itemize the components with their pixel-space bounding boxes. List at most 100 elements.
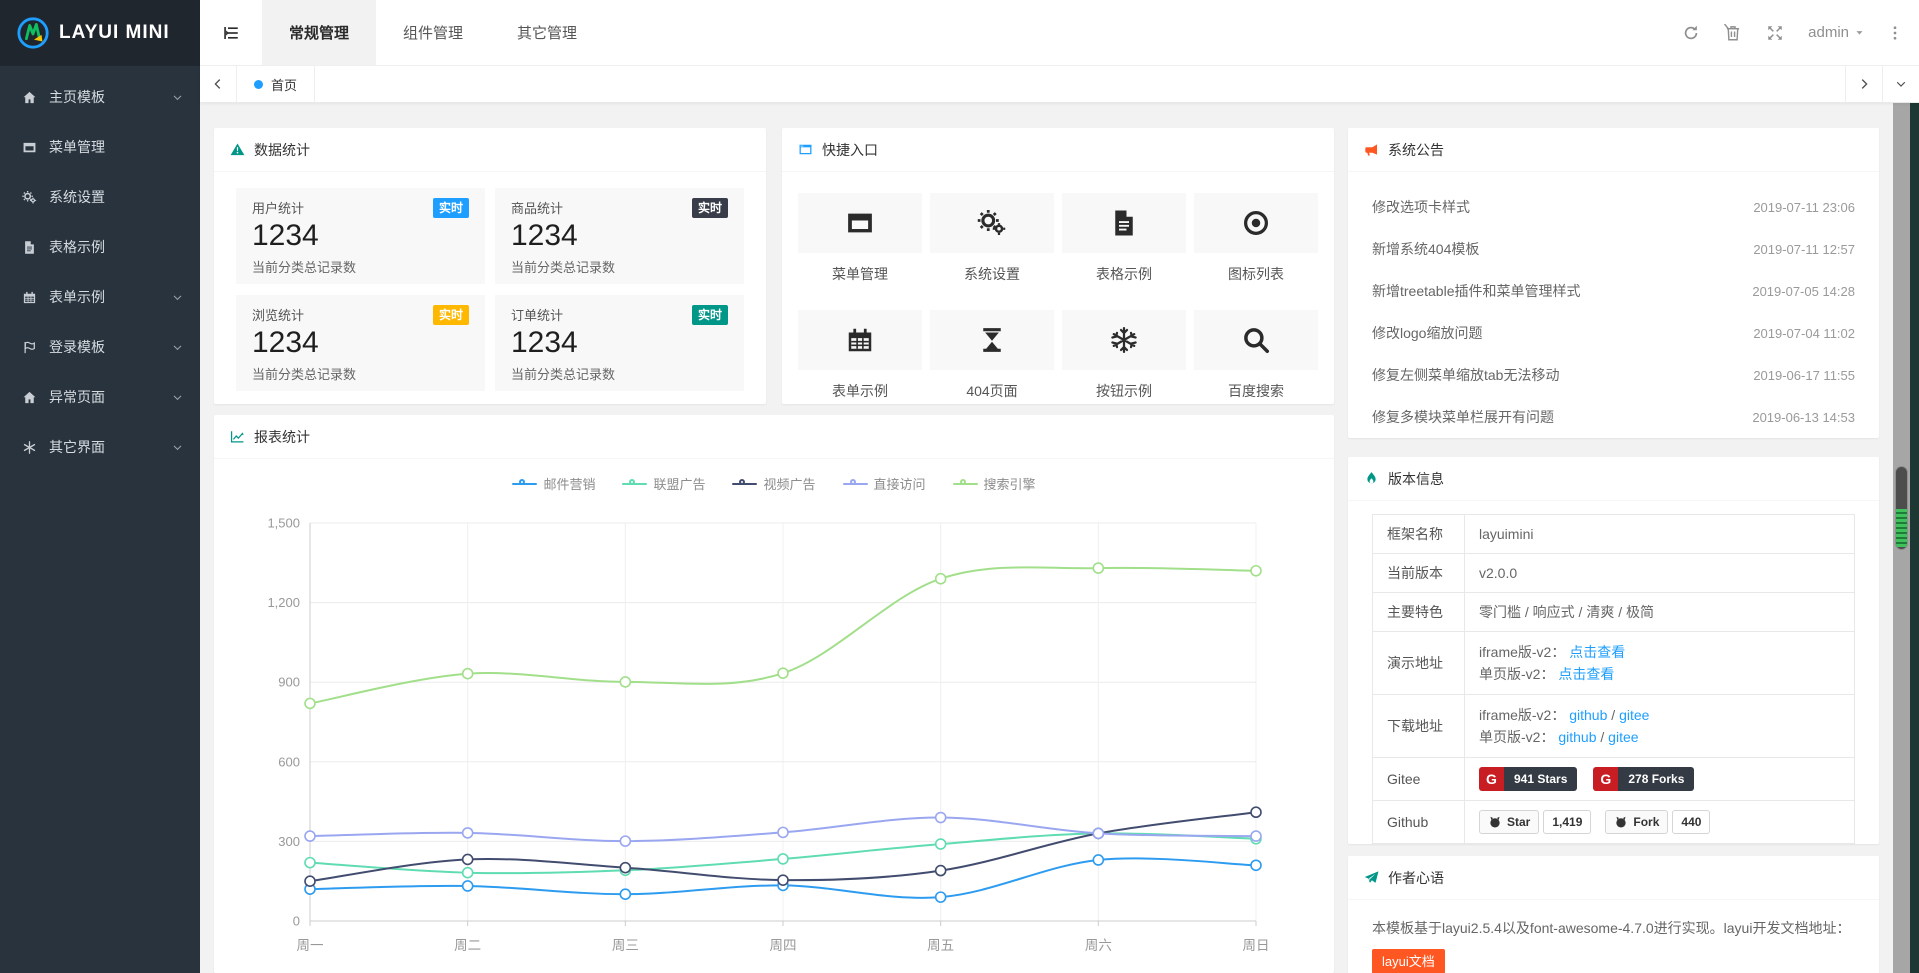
sidebar-item-异常页面[interactable]: 异常页面	[0, 372, 200, 422]
gitee-badge[interactable]: G278 Forks	[1593, 767, 1694, 791]
search-icon	[1241, 325, 1271, 355]
stat-box-浏览统计: 浏览统计实时1234当前分类总记录数	[236, 295, 485, 391]
sidebar-item-label: 异常页面	[49, 387, 105, 407]
legend-item-邮件营销[interactable]: 邮件营销	[512, 474, 595, 493]
sidebar-item-label: 其它界面	[49, 437, 105, 457]
chevron-down-icon	[171, 291, 184, 304]
stat-label: 浏览统计	[252, 305, 304, 324]
version-link[interactable]: github	[1558, 729, 1596, 745]
sidebar-item-表单示例[interactable]: 表单示例	[0, 272, 200, 322]
line-chart: 03006009001,2001,500周一周二周三周四周五周六周日	[214, 493, 1334, 961]
stat-caption: 当前分类总记录数	[511, 257, 728, 276]
username: admin	[1808, 24, 1849, 41]
chevron-right-icon	[1857, 77, 1871, 91]
paper-plane-icon	[1364, 870, 1379, 885]
tab-scroll-right-button[interactable]	[1845, 66, 1882, 102]
svg-text:周二: 周二	[454, 938, 481, 953]
svg-text:300: 300	[278, 834, 300, 849]
sidebar-item-菜单管理[interactable]: 菜单管理	[0, 122, 200, 172]
chevron-down-icon	[171, 391, 184, 404]
quick-entry-系统设置[interactable]: 系统设置	[930, 193, 1054, 284]
realtime-badge: 实时	[692, 305, 728, 325]
collapse-sidebar-button[interactable]	[200, 0, 262, 65]
topnav-tab-常规管理[interactable]: 常规管理	[262, 0, 376, 65]
legend-item-联盟广告[interactable]: 联盟广告	[622, 474, 705, 493]
sidebar-item-主页模板[interactable]: 主页模板	[0, 72, 200, 122]
notice-title: 修复多模块菜单栏展开有问题	[1372, 407, 1554, 427]
version-table: 框架名称layuimini当前版本v2.0.0主要特色零门槛 / 响应式 / 清…	[1372, 514, 1855, 844]
version-link[interactable]: 点击查看	[1558, 666, 1614, 682]
window-icon	[22, 140, 40, 155]
chart-legend: 邮件营销 联盟广告 视频广告 直接访问 搜索引擎	[214, 459, 1334, 493]
notice-card: 系统公告 修改选项卡样式2019-07-11 23:06新增系统404模板201…	[1348, 128, 1879, 438]
quick-entry-404页面[interactable]: 404页面	[930, 310, 1054, 401]
github-fork-button[interactable]: Fork440	[1605, 810, 1710, 834]
stat-label: 用户统计	[252, 198, 304, 217]
trash-icon	[1724, 24, 1742, 42]
clear-cache-button[interactable]	[1712, 0, 1754, 66]
notice-title: 新增treetable插件和菜单管理样式	[1372, 281, 1580, 301]
quick-entry-label: 按钮示例	[1062, 381, 1186, 401]
topnav-tab-其它管理[interactable]: 其它管理	[490, 0, 604, 65]
author-card-body: 本模板基于layui2.5.4以及font-awesome-4.7.0进行实现。…	[1348, 900, 1879, 973]
topnav-tab-组件管理[interactable]: 组件管理	[376, 0, 490, 65]
svg-text:周四: 周四	[770, 938, 797, 953]
stats-grid: 用户统计实时1234当前分类总记录数商品统计实时1234当前分类总记录数浏览统计…	[214, 172, 766, 407]
version-row-主要特色: 主要特色零门槛 / 响应式 / 清爽 / 极简	[1373, 593, 1855, 632]
vertical-scrollbar-thumb[interactable]	[1895, 466, 1908, 550]
quick-entry-表单示例[interactable]: 表单示例	[798, 310, 922, 401]
notice-title: 修改logo缩放问题	[1372, 323, 1482, 343]
notice-row: 新增treetable插件和菜单管理样式2019-07-05 14:28	[1372, 270, 1855, 312]
gitee-badge[interactable]: G941 Stars	[1479, 767, 1577, 791]
quick-entry-图标列表[interactable]: 图标列表	[1194, 193, 1318, 284]
legend-item-视频广告[interactable]: 视频广告	[732, 474, 815, 493]
version-card-header: 版本信息	[1348, 457, 1879, 501]
version-link[interactable]: github	[1569, 707, 1607, 723]
quick-entry-label: 百度搜索	[1194, 381, 1318, 401]
sidebar-item-其它界面[interactable]: 其它界面	[0, 422, 200, 472]
notice-row: 修改logo缩放问题2019-07-04 11:02	[1372, 312, 1855, 354]
stat-label: 商品统计	[511, 198, 563, 217]
stats-card: 数据统计 用户统计实时1234当前分类总记录数商品统计实时1234当前分类总记录…	[214, 128, 766, 404]
sidebar-item-登录模板[interactable]: 登录模板	[0, 322, 200, 372]
stat-value: 1234	[252, 326, 469, 360]
app-title: LAYUI MINI	[59, 22, 170, 44]
warning-icon	[230, 142, 245, 157]
window-icon	[845, 208, 875, 238]
quick-card-title: 快捷入口	[822, 140, 878, 160]
app-logo[interactable]: LAYUI MINI	[0, 0, 200, 66]
version-label: 框架名称	[1373, 515, 1465, 554]
refresh-button[interactable]	[1670, 0, 1712, 66]
tab-operations-button[interactable]	[1882, 66, 1919, 102]
quick-card-header: 快捷入口	[782, 128, 1334, 172]
quick-entry-label: 菜单管理	[798, 264, 922, 284]
outdent-icon	[222, 24, 240, 42]
quick-entry-百度搜索[interactable]: 百度搜索	[1194, 310, 1318, 401]
version-link[interactable]: gitee	[1608, 729, 1638, 745]
layui-doc-button[interactable]: layui文档	[1372, 949, 1445, 973]
version-link[interactable]: gitee	[1619, 707, 1649, 723]
svg-text:周三: 周三	[612, 938, 639, 953]
sidebar-item-系统设置[interactable]: 系统设置	[0, 172, 200, 222]
legend-item-直接访问[interactable]: 直接访问	[843, 474, 926, 493]
user-menu[interactable]: admin	[1796, 0, 1877, 66]
quick-entry-表格示例[interactable]: 表格示例	[1062, 193, 1186, 284]
vertical-scrollbar-track[interactable]	[1893, 103, 1910, 973]
sidebar-item-label: 菜单管理	[49, 137, 105, 157]
version-link[interactable]: 点击查看	[1569, 644, 1625, 660]
github-star-button[interactable]: Star1,419	[1479, 810, 1591, 834]
quick-entry-按钮示例[interactable]: 按钮示例	[1062, 310, 1186, 401]
notice-date: 2019-06-17 11:55	[1753, 368, 1855, 383]
refresh-icon	[1682, 24, 1700, 42]
version-row-当前版本: 当前版本v2.0.0	[1373, 554, 1855, 593]
more-vertical-icon	[1886, 24, 1904, 42]
more-menu-button[interactable]	[1877, 0, 1913, 66]
sidebar-item-表格示例[interactable]: 表格示例	[0, 222, 200, 272]
legend-item-搜索引擎[interactable]: 搜索引擎	[953, 474, 1036, 493]
tab-scroll-left-button[interactable]	[200, 66, 237, 102]
notice-date: 2019-07-11 23:06	[1753, 200, 1855, 215]
fullscreen-button[interactable]	[1754, 0, 1796, 66]
quick-entry-菜单管理[interactable]: 菜单管理	[798, 193, 922, 284]
tab-home[interactable]: 首页	[237, 66, 315, 102]
stat-box-商品统计: 商品统计实时1234当前分类总记录数	[495, 188, 744, 284]
